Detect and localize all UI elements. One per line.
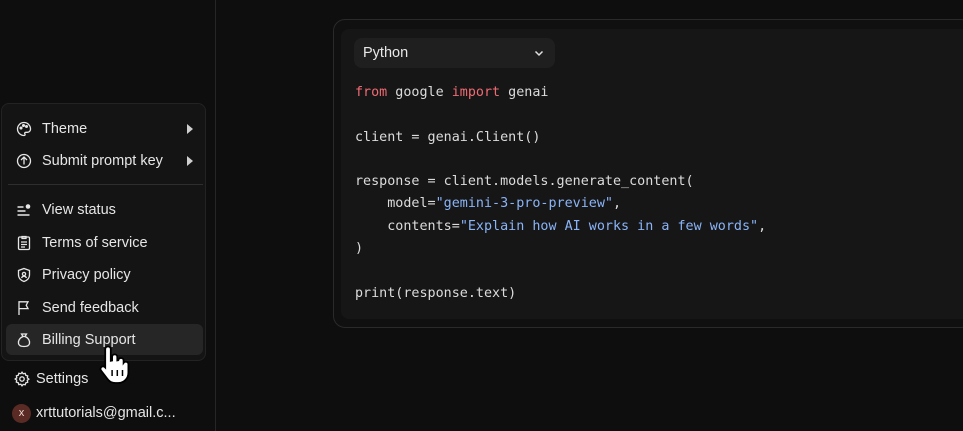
menu-item-send-feedback[interactable]: Send feedback (6, 292, 203, 323)
code-token: ) (355, 241, 364, 257)
code-token: client = genai.Client() (355, 129, 541, 145)
code-keyword: from (355, 85, 388, 100)
arrow-up-circle-icon (16, 153, 32, 169)
menu-item-theme[interactable]: Theme (6, 113, 203, 144)
code-token: contents= (355, 218, 460, 234)
code-token: model= (355, 196, 436, 212)
account-email: xrttutorials@gmail.c... (36, 405, 176, 421)
code-line: model="gemini-3-pro-preview", (355, 193, 766, 215)
code-token: response = client.models.generate_conten… (355, 174, 694, 190)
code-line: client = genai.Client() (355, 127, 766, 149)
account-menu[interactable]: x xrttutorials@gmail.c... (12, 402, 176, 424)
code-token: print(response.text) (355, 285, 517, 301)
menu-item-label: Send feedback (42, 299, 139, 316)
settings-label: Settings (36, 371, 89, 387)
code-line: print(response.text) (355, 283, 766, 305)
menu-item-label: Theme (42, 120, 88, 137)
money-bag-icon (16, 332, 32, 348)
status-icon (16, 202, 32, 218)
app-window: Theme Submit prompt key View status Term… (0, 0, 963, 431)
code-line: ) (355, 238, 766, 260)
palette-icon (16, 121, 32, 137)
menu-item-submit-prompt-key[interactable]: Submit prompt key (6, 145, 203, 176)
avatar: x (12, 403, 31, 423)
document-icon (16, 235, 32, 251)
menu-item-label: Terms of service (42, 234, 148, 251)
menu-item-label: View status (42, 201, 116, 218)
code-line: response = client.models.generate_conten… (355, 171, 766, 193)
menu-item-view-status[interactable]: View status (6, 194, 203, 225)
flag-icon (16, 300, 32, 316)
menu-item-label: Submit prompt key (42, 152, 163, 169)
shield-icon (16, 267, 32, 283)
menu-item-terms-of-service[interactable]: Terms of service (6, 227, 203, 258)
code-line: from google import genai (355, 82, 766, 104)
menu-divider (8, 184, 203, 185)
code-token: , (613, 196, 622, 212)
settings-button[interactable]: Settings (14, 368, 88, 390)
gear-icon (14, 371, 30, 387)
hand-cursor-icon (99, 345, 130, 384)
submenu-arrow-icon (187, 155, 193, 166)
menu-item-label: Privacy policy (42, 266, 131, 283)
menu-item-privacy-policy[interactable]: Privacy policy (6, 259, 203, 290)
submenu-arrow-icon (187, 123, 193, 134)
settings-menu: Theme Submit prompt key View status Term… (1, 103, 206, 361)
code-token: , (758, 218, 767, 234)
code-snippet: from google import genai client = genai.C… (355, 82, 766, 305)
code-string: "gemini-3-pro-preview" (435, 196, 613, 212)
code-line: contents="Explain how AI works in a few … (355, 216, 766, 238)
language-select-value: Python (363, 45, 409, 61)
code-token: genai (500, 85, 549, 100)
code-string: "Explain how AI works in a few words" (459, 218, 759, 234)
chevron-down-icon (534, 50, 544, 57)
code-token: google (387, 85, 452, 100)
code-keyword: import (451, 85, 501, 100)
language-select[interactable]: Python (354, 38, 555, 68)
